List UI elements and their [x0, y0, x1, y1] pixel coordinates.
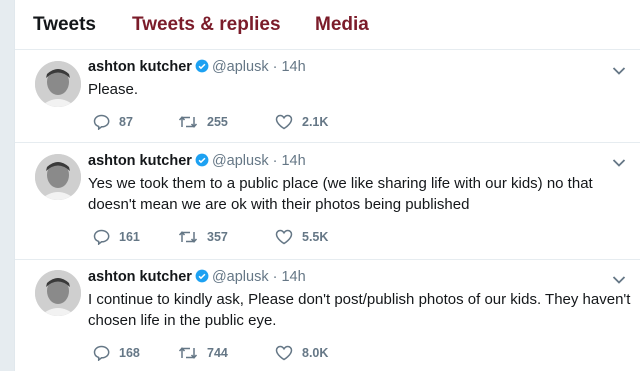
avatar[interactable] — [35, 270, 81, 316]
tweet-text: Yes we took them to a public place (we l… — [88, 175, 593, 213]
tweet-header: ashton kutcher @aplusk · 14h — [88, 269, 306, 285]
retweet-count: 744 — [207, 346, 228, 360]
profile-photo-icon — [35, 154, 81, 200]
author-handle[interactable]: @aplusk — [212, 59, 269, 75]
reply-icon — [93, 229, 110, 245]
tweet-item[interactable]: ashton kutcher @aplusk · 14h Please. 87 2… — [15, 50, 640, 143]
retweet-icon — [178, 347, 198, 359]
chevron-down-icon[interactable] — [612, 158, 626, 168]
author-handle[interactable]: @aplusk — [212, 269, 269, 285]
reply-action[interactable]: 87 — [93, 114, 133, 130]
verified-badge-icon — [195, 269, 209, 283]
retweet-icon — [178, 116, 198, 128]
retweet-count: 357 — [207, 230, 228, 244]
heart-icon — [275, 229, 293, 245]
like-count: 5.5K — [302, 230, 329, 244]
retweet-action[interactable]: 255 — [178, 114, 228, 130]
reply-action[interactable]: 161 — [93, 229, 140, 245]
tab-tweets[interactable]: Tweets — [33, 14, 96, 36]
tab-media[interactable]: Media — [315, 14, 369, 36]
tab-tweets-and-replies[interactable]: Tweets & replies — [132, 14, 281, 36]
heart-icon — [275, 114, 293, 130]
retweet-action[interactable]: 744 — [178, 345, 228, 361]
like-action[interactable]: 5.5K — [275, 229, 328, 245]
reply-count: 161 — [119, 230, 140, 244]
avatar[interactable] — [35, 154, 81, 200]
author-name[interactable]: ashton kutcher — [88, 269, 192, 285]
separator-dot: · — [272, 153, 278, 169]
reply-action[interactable]: 168 — [93, 345, 140, 361]
profile-photo-icon — [35, 270, 81, 316]
like-action[interactable]: 2.1K — [275, 114, 328, 130]
retweet-icon — [178, 231, 198, 243]
verified-badge-icon — [195, 59, 209, 73]
chevron-down-icon[interactable] — [612, 66, 626, 76]
profile-timeline: Tweets Tweets & replies Media ashton kut… — [14, 0, 640, 371]
retweet-count: 255 — [207, 115, 228, 129]
timestamp[interactable]: 14h — [281, 153, 305, 169]
like-action[interactable]: 8.0K — [275, 345, 328, 361]
avatar[interactable] — [35, 61, 81, 107]
chevron-down-icon[interactable] — [612, 275, 626, 285]
author-name[interactable]: ashton kutcher — [88, 153, 192, 169]
reply-count: 168 — [119, 346, 140, 360]
like-count: 2.1K — [302, 115, 329, 129]
separator-dot: · — [272, 269, 278, 285]
like-count: 8.0K — [302, 346, 329, 360]
tweet-text: Please. — [88, 81, 139, 98]
timestamp[interactable]: 14h — [281, 269, 305, 285]
reply-icon — [93, 114, 110, 130]
heart-icon — [275, 345, 293, 361]
tweet-item[interactable]: ashton kutcher @aplusk · 14h I continue t… — [15, 260, 640, 371]
separator-dot: · — [272, 59, 278, 75]
timestamp[interactable]: 14h — [281, 59, 305, 75]
profile-tabs: Tweets Tweets & replies Media — [15, 0, 640, 50]
profile-photo-icon — [35, 61, 81, 107]
verified-badge-icon — [195, 153, 209, 167]
reply-icon — [93, 345, 110, 361]
tweet-header: ashton kutcher @aplusk · 14h — [88, 153, 306, 169]
reply-count: 87 — [119, 115, 133, 129]
tweet-header: ashton kutcher @aplusk · 14h — [88, 59, 306, 75]
tweet-item[interactable]: ashton kutcher @aplusk · 14h Yes we took … — [15, 143, 640, 260]
author-handle[interactable]: @aplusk — [212, 153, 269, 169]
author-name[interactable]: ashton kutcher — [88, 59, 192, 75]
tweet-text: I continue to kindly ask, Please don't p… — [88, 291, 631, 329]
retweet-action[interactable]: 357 — [178, 229, 228, 245]
